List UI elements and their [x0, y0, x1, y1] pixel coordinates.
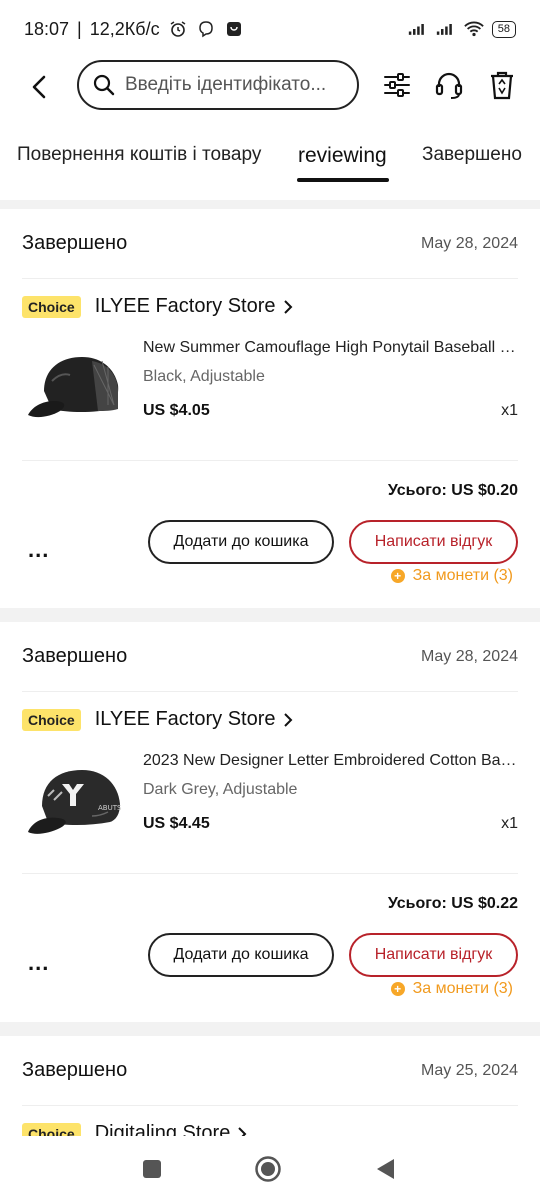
filter-button[interactable]: [382, 70, 412, 100]
product-price: US $4.05: [143, 402, 210, 419]
signal-icon: [408, 19, 428, 39]
add-to-cart-button[interactable]: Додати до кошика: [148, 933, 334, 977]
battery-indicator: 58: [491, 20, 516, 38]
tab-completed[interactable]: Завершено: [422, 144, 522, 166]
wifi-icon: [464, 19, 484, 39]
store-name: ILYEE Factory Store: [94, 708, 276, 730]
product-quantity: x1: [501, 815, 518, 832]
divider: [22, 873, 518, 874]
search-field[interactable]: [77, 60, 359, 110]
product-image[interactable]: [22, 331, 130, 439]
choice-badge: Choice: [22, 295, 81, 318]
choice-badge: Choice: [22, 1122, 81, 1136]
write-review-button[interactable]: Написати відгук: [349, 933, 518, 977]
more-options-button[interactable]: ...: [28, 537, 49, 563]
store-link[interactable]: Choice Digitaling Store: [22, 1122, 248, 1136]
order-date: May 28, 2024: [421, 647, 518, 665]
chevron-left-icon: [32, 75, 46, 99]
order-card: Завершено May 28, 2024 Choice ILYEE Fact…: [0, 622, 540, 1022]
order-header: Завершено May 28, 2024: [22, 209, 518, 279]
order-header: Завершено May 28, 2024: [22, 622, 518, 692]
store-name: ILYEE Factory Store: [94, 295, 276, 317]
network-speed: 12,2Кб/с: [89, 18, 160, 39]
order-total: Усього: US $0.22: [387, 895, 518, 912]
chevron-right-icon: [282, 712, 294, 728]
headset-icon: [435, 72, 463, 99]
tab-reviewing[interactable]: reviewing: [298, 144, 387, 168]
store-name: Digitaling Store: [94, 1122, 231, 1136]
grey-letter-cap-image: ABUTS: [28, 770, 122, 834]
triangle-back-icon: [377, 1159, 394, 1179]
choice-badge: Choice: [22, 708, 81, 731]
recents-button[interactable]: [137, 1154, 167, 1184]
order-date: May 25, 2024: [421, 1061, 518, 1079]
chevron-right-icon: [236, 1126, 248, 1136]
order-date: May 28, 2024: [421, 234, 518, 252]
product-title[interactable]: 2023 New Designer Letter Embroidered Cot…: [143, 752, 518, 770]
back-button[interactable]: [22, 70, 56, 104]
coin-icon: +: [390, 569, 405, 583]
status-bar: 18:07 | 12,2Кб/с 58: [0, 0, 540, 58]
order-card: Завершено May 25, 2024 Choice Digitaling…: [0, 1036, 540, 1136]
more-options-button[interactable]: ...: [28, 950, 49, 976]
write-review-button[interactable]: Написати відгук: [349, 520, 518, 564]
coins-reward: + За монети (3): [390, 567, 513, 585]
order-total: Усього: US $0.20: [387, 482, 518, 499]
search-icon: [93, 74, 115, 96]
store-link[interactable]: Choice ILYEE Factory Store: [22, 295, 294, 318]
order-header: Завершено May 25, 2024: [22, 1036, 518, 1106]
product-image[interactable]: ABUTS: [22, 744, 130, 852]
active-tab-indicator: [297, 178, 389, 182]
tab-refunds[interactable]: Повернення коштів і товару: [17, 144, 261, 166]
coins-label: За монети (3): [412, 567, 513, 584]
add-to-cart-button[interactable]: Додати до кошика: [148, 520, 334, 564]
square-icon: [143, 1160, 161, 1178]
trash-recycle-icon: [491, 71, 513, 100]
search-input[interactable]: [125, 74, 340, 96]
order-card: Завершено May 28, 2024 Choice ILYEE Fact…: [0, 209, 540, 608]
product-title[interactable]: New Summer Camouflage High Ponytail Base…: [143, 339, 518, 357]
filter-sliders-icon: [384, 73, 410, 97]
alarm-icon: [168, 19, 188, 39]
product-price: US $4.45: [143, 815, 210, 832]
order-status: Завершено: [22, 232, 128, 254]
trash-button[interactable]: [487, 70, 517, 100]
viber-icon: [196, 19, 216, 39]
order-status: Завершено: [22, 1059, 128, 1081]
product-variant: Dark Grey, Adjustable: [143, 781, 298, 798]
shopping-bag-icon: [224, 19, 244, 39]
order-tabs: Повернення коштів і товару reviewing Зав…: [0, 118, 540, 200]
clock: 18:07: [24, 18, 70, 39]
support-button[interactable]: [434, 70, 464, 100]
home-button[interactable]: [253, 1154, 283, 1184]
signal-icon: [436, 19, 456, 39]
svg-text:ABUTS: ABUTS: [98, 804, 122, 812]
product-variant: Black, Adjustable: [143, 368, 265, 385]
divider: [22, 460, 518, 461]
top-bar: [0, 58, 540, 118]
coins-reward: + За монети (3): [390, 980, 513, 998]
coins-label: За монети (3): [412, 980, 513, 997]
order-status: Завершено: [22, 645, 128, 667]
store-link[interactable]: Choice ILYEE Factory Store: [22, 708, 294, 731]
black-cap-image: [28, 357, 119, 418]
chevron-right-icon: [282, 299, 294, 315]
back-nav-button[interactable]: [370, 1154, 400, 1184]
home-circle-icon: [255, 1156, 281, 1182]
coin-icon: +: [390, 982, 405, 996]
product-quantity: x1: [501, 402, 518, 419]
system-nav-bar: [0, 1136, 540, 1200]
